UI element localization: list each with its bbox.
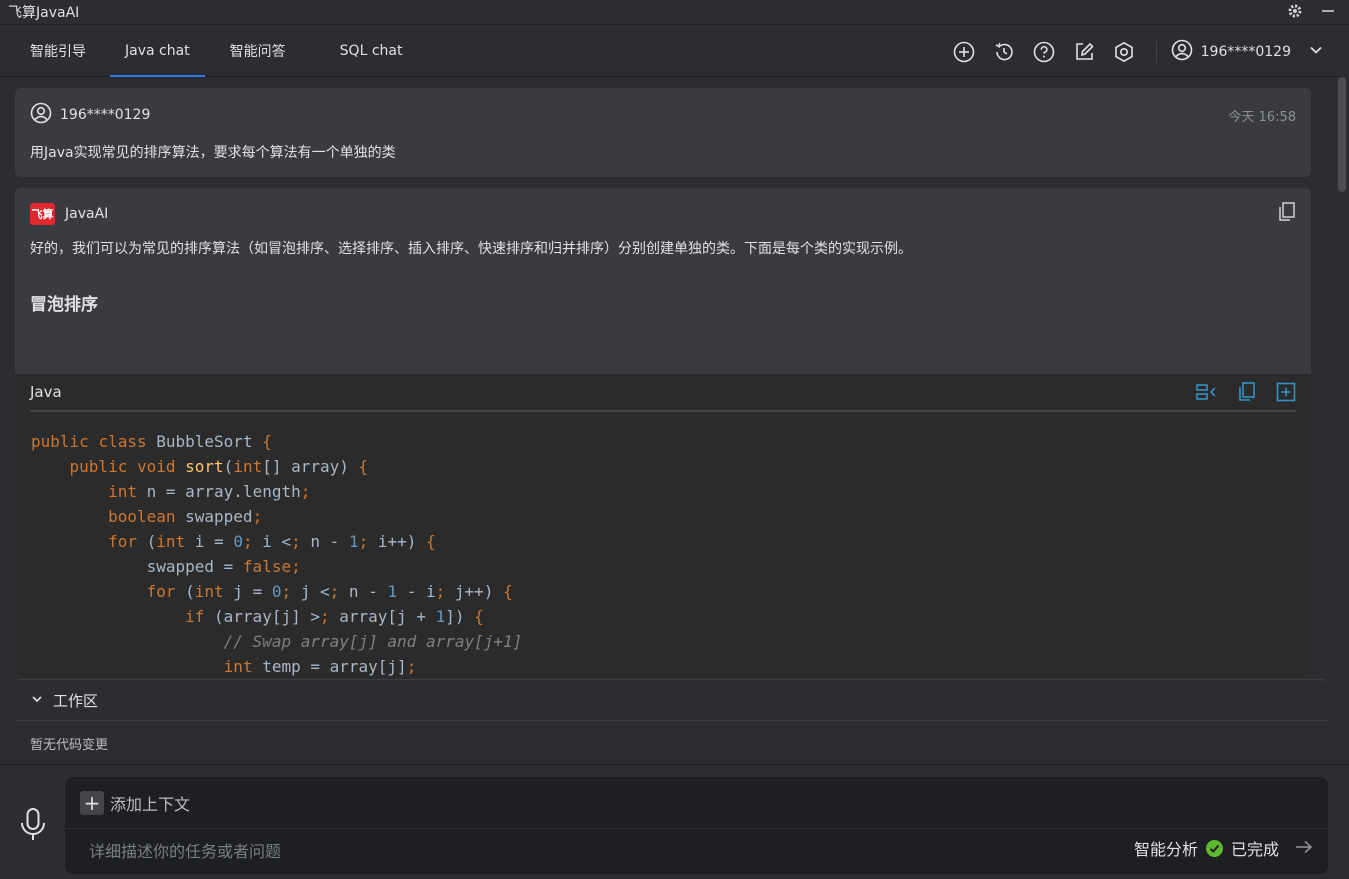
message-author: 196****0129 bbox=[60, 107, 151, 123]
user-avatar-icon bbox=[1171, 39, 1193, 65]
ai-intro-text: 好的，我们可以为常见的排序算法（如冒泡排序、选择排序、插入排序、快速排序和归并排… bbox=[30, 241, 912, 257]
chevron-down-icon bbox=[1309, 43, 1323, 61]
workspace-title: 工作区 bbox=[53, 691, 99, 710]
workspace-empty-text: 暂无代码变更 bbox=[30, 738, 109, 753]
code-line: boolean swapped; bbox=[108, 507, 263, 526]
insert-code-icon[interactable] bbox=[1196, 382, 1218, 402]
tab-label: 智能问答 bbox=[229, 44, 286, 60]
code-line: swapped = false; bbox=[31, 557, 301, 576]
settings-hex-icon[interactable] bbox=[1104, 26, 1144, 77]
code-line: for (int i = 0; i <; n - 1; i++) { bbox=[108, 532, 436, 551]
tab-sql-chat[interactable]: SQL chat bbox=[325, 26, 418, 77]
input-area: + 添加上下文 智能分析 已完成 bbox=[0, 764, 1349, 879]
add-file-icon[interactable] bbox=[1276, 382, 1296, 402]
mode-label[interactable]: 智能分析 bbox=[1134, 836, 1198, 860]
section-heading: 冒泡排序 bbox=[30, 295, 98, 315]
gear-icon[interactable] bbox=[1287, 3, 1303, 23]
user-message-card: 196****0129 今天 16:58 用Java实现常见的排序算法，要求每个… bbox=[15, 88, 1311, 177]
nav-bar: 智能引导 Java chat 智能问答 SQL chat 196****0129 bbox=[0, 26, 1343, 77]
send-arrow-icon[interactable] bbox=[1295, 839, 1313, 858]
divider bbox=[65, 828, 1328, 829]
code-line: if (array[j] >; array[j + 1]) { bbox=[185, 607, 484, 626]
app-title: 飞算JavaAI bbox=[8, 5, 80, 21]
code-line: public class BubbleSort { bbox=[31, 432, 272, 451]
user-avatar-icon bbox=[30, 102, 52, 128]
help-icon[interactable] bbox=[1024, 26, 1064, 77]
user-message-text: 用Java实现常见的排序算法，要求每个算法有一个单独的类 bbox=[30, 145, 396, 161]
code-line: for (int j = 0; j <; n - 1 - i; j++) { bbox=[146, 582, 513, 601]
tab-label: SQL chat bbox=[339, 43, 403, 59]
user-menu[interactable]: 196****0129 bbox=[1171, 39, 1323, 65]
code-line: // Swap array[j] and array[j+1] bbox=[223, 632, 523, 651]
code-line: int n = array.length; bbox=[108, 482, 311, 501]
tab-smart-qa[interactable]: 智能问答 bbox=[215, 26, 301, 77]
chevron-down-icon bbox=[31, 691, 43, 709]
chat-scrollbar[interactable] bbox=[1335, 77, 1349, 763]
javaai-logo: 飞算 bbox=[30, 203, 55, 225]
tab-smart-guide[interactable]: 智能引导 bbox=[15, 26, 101, 77]
new-chat-icon[interactable] bbox=[944, 26, 984, 77]
workspace-toggle[interactable]: 工作区 bbox=[15, 680, 1328, 720]
edit-icon[interactable] bbox=[1064, 26, 1104, 77]
copy-icon[interactable] bbox=[1278, 202, 1296, 226]
ai-name: JavaAI bbox=[65, 206, 109, 222]
user-name: 196****0129 bbox=[1200, 43, 1291, 60]
workspace-panel: 工作区 暂无代码变更 bbox=[15, 679, 1328, 764]
plus-icon: + bbox=[80, 791, 104, 815]
title-bar: 飞算JavaAI bbox=[0, 0, 1349, 25]
history-icon[interactable] bbox=[984, 26, 1024, 77]
code-line: int temp = array[j]; bbox=[223, 657, 417, 676]
status-row: 智能分析 已完成 bbox=[1134, 836, 1313, 860]
chat-input-box: + 添加上下文 智能分析 已完成 bbox=[65, 777, 1328, 874]
status-label: 已完成 bbox=[1230, 840, 1279, 859]
check-circle-icon bbox=[1205, 839, 1223, 857]
tab-label: Java chat bbox=[125, 43, 190, 59]
microphone-icon[interactable] bbox=[18, 807, 48, 847]
tab-java-chat[interactable]: Java chat bbox=[110, 26, 205, 77]
tab-label: 智能引导 bbox=[30, 44, 86, 60]
task-input[interactable] bbox=[89, 837, 989, 865]
add-context-button[interactable]: + 添加上下文 bbox=[80, 791, 190, 815]
code-language: Java bbox=[30, 383, 62, 401]
minimize-icon[interactable] bbox=[1321, 4, 1335, 22]
code-line: public void sort(int[] array) { bbox=[69, 457, 369, 476]
code-block: Java public class BubbleSort { public vo… bbox=[15, 374, 1311, 678]
divider bbox=[1155, 40, 1157, 63]
copy-code-icon[interactable] bbox=[1238, 382, 1256, 402]
message-time: 今天 16:58 bbox=[1228, 109, 1296, 125]
ai-message-card: 飞算 JavaAI 好的，我们可以为常见的排序算法（如冒泡排序、选择排序、插入排… bbox=[15, 188, 1311, 678]
add-context-label: 添加上下文 bbox=[110, 795, 191, 814]
code-content: public class BubbleSort { public void so… bbox=[15, 412, 1311, 678]
scrollbar-thumb[interactable] bbox=[1338, 77, 1346, 192]
